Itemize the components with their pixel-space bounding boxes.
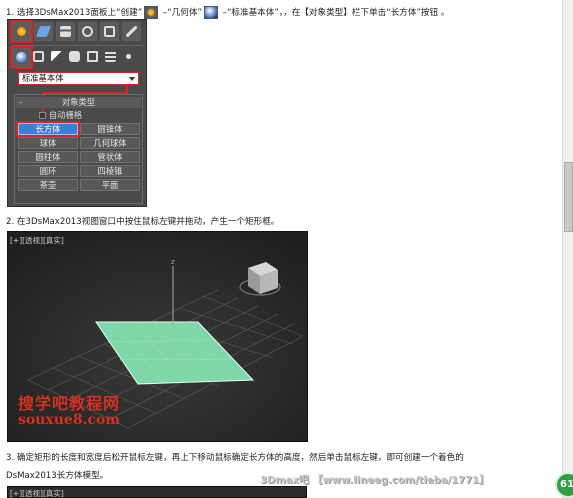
step2-text: 2. 在3DsMax2013视图窗口中按住鼠标左键并拖动，产生一个矩形框。 <box>6 217 280 227</box>
tube-button[interactable]: 管状体 <box>80 151 140 163</box>
torus-button[interactable]: 圆环 <box>18 165 78 177</box>
scrollbar-thumb[interactable] <box>564 162 573 232</box>
motion-tab-icon[interactable] <box>78 22 97 41</box>
cone-button[interactable]: 圆锥体 <box>80 123 140 135</box>
chevron-down-icon <box>129 77 135 81</box>
space-warps-category-icon[interactable] <box>102 48 121 67</box>
plane-button[interactable]: 平面 <box>80 179 140 191</box>
site-watermark: 3Dmax吧 【www.lineeg.com/tieba/1771】 <box>260 475 489 486</box>
create-panel-image: 标准基本体 - 对象类型 自动栅格 长方体 圆锥体 球体 几何球体 圆柱体 管状… <box>7 19 147 207</box>
teapot-button[interactable]: 茶壶 <box>18 179 78 191</box>
z-axis-label: z <box>171 258 175 266</box>
cameras-category-icon[interactable] <box>66 48 85 67</box>
object-category-row <box>8 46 148 70</box>
object-type-rollout: - 对象类型 自动栅格 长方体 圆锥体 球体 几何球体 圆柱体 管状体 圆环 四… <box>14 94 143 204</box>
perspective-viewport-image-2: [+][透视][真实] <box>7 486 307 498</box>
box-button[interactable]: 长方体 <box>16 121 80 137</box>
watermark-cn: 搜学吧教程网 <box>18 394 121 413</box>
page-scrollbar[interactable] <box>562 0 573 498</box>
command-tabs-row <box>8 20 148 44</box>
step1-text: 1. 选择3DsMax2013面板上“创建” –“几何体” –“标准基本体”，，… <box>6 6 449 19</box>
object-button-grid: 长方体 圆锥体 球体 几何球体 圆柱体 管状体 圆环 四棱锥 茶壶 平面 <box>16 121 140 191</box>
watermark-url: souxue8.com <box>18 412 121 428</box>
step3-text-line2: DsMax2013长方体模型。 <box>6 471 109 481</box>
step3-text-line1: 3. 确定矩形的长度和宽度后松开鼠标左键，再上下移动鼠标确定长方体的高度，然后单… <box>6 453 464 463</box>
viewport-label[interactable]: [+][透视][真实] <box>10 235 64 246</box>
autogrid-label: 自动栅格 <box>49 110 83 120</box>
hierarchy-tab-icon[interactable] <box>56 22 75 41</box>
utilities-tab-icon[interactable] <box>122 22 141 41</box>
autogrid-checkbox[interactable]: 自动栅格 <box>39 110 82 121</box>
step1-text-after: –“标准基本体”，，在【对象类型】栏下单击“长方体”按钮 。 <box>219 8 450 18</box>
rollout-title: 对象类型 <box>61 97 96 107</box>
step1-text-before: 1. 选择3DsMax2013面板上“创建” <box>6 8 143 18</box>
modify-tab-icon[interactable] <box>34 22 53 41</box>
perspective-viewport-image: z [+][透视][真实] 搜学吧教程网 souxue8.com <box>7 231 308 442</box>
create-tab-icon[interactable] <box>10 20 33 43</box>
category-dropdown[interactable]: 标准基本体 <box>18 72 139 85</box>
display-tab-icon[interactable] <box>100 22 119 41</box>
lights-category-icon[interactable] <box>48 48 67 67</box>
viewport2-label[interactable]: [+][透视][真实] <box>10 488 64 498</box>
step1-text-middle: –“几何体” <box>160 8 202 18</box>
cylinder-button[interactable]: 圆柱体 <box>18 151 78 163</box>
checkbox-icon[interactable] <box>39 112 46 119</box>
helpers-category-icon[interactable] <box>84 48 103 67</box>
pyramid-button[interactable]: 四棱锥 <box>80 165 140 177</box>
category-dropdown-value: 标准基本体 <box>22 73 64 83</box>
sphere-button[interactable]: 球体 <box>18 137 78 149</box>
systems-category-icon[interactable] <box>120 48 139 67</box>
shapes-category-icon[interactable] <box>30 48 49 67</box>
rollout-header[interactable]: - 对象类型 <box>16 97 141 108</box>
rollout-collapse-icon[interactable]: - <box>19 97 22 108</box>
geosphere-button[interactable]: 几何球体 <box>80 137 140 149</box>
toolbar-divider <box>12 45 144 46</box>
geometry-sphere-icon <box>203 6 218 19</box>
create-sun-icon <box>144 6 159 19</box>
geometry-category-icon[interactable] <box>10 46 33 69</box>
corner-badge[interactable]: 61 <box>555 472 573 498</box>
